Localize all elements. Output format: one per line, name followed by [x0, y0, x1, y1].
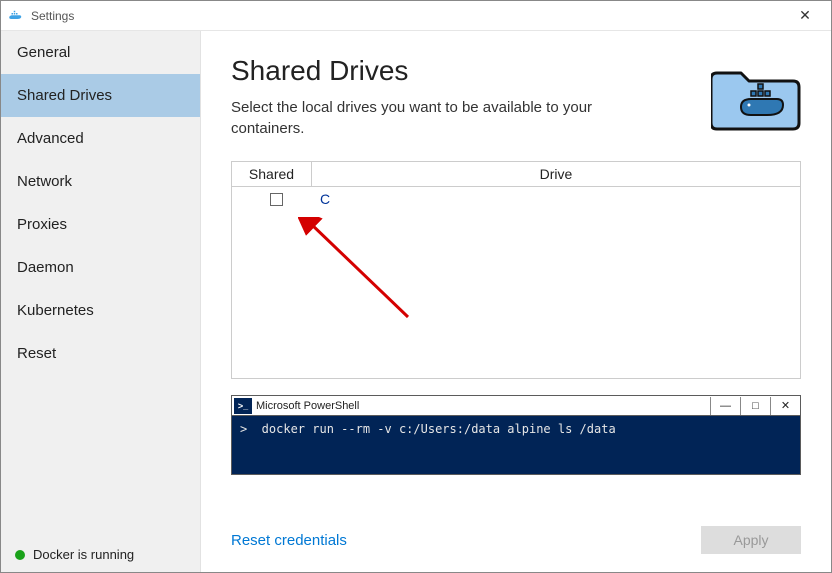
cell-drive[interactable]: C [312, 191, 792, 207]
header-row: Shared Drives Select the local drives yo… [231, 55, 801, 139]
status-text: Docker is running [33, 547, 134, 562]
sidebar-item-daemon[interactable]: Daemon [1, 246, 200, 289]
reset-credentials-link[interactable]: Reset credentials [231, 532, 347, 549]
page-title: Shared Drives [231, 55, 711, 87]
annotation-arrow-icon [298, 217, 418, 327]
apply-button[interactable]: Apply [701, 526, 801, 554]
window-body: General Shared Drives Advanced Network P… [1, 31, 831, 572]
table-row: C [232, 187, 800, 211]
whale-icon [7, 7, 25, 25]
sidebar-item-network[interactable]: Network [1, 160, 200, 203]
drives-table: Shared Drive C [231, 161, 801, 379]
sidebar: General Shared Drives Advanced Network P… [1, 31, 201, 572]
powershell-icon: >_ [234, 398, 252, 414]
close-button[interactable]: ✕ [785, 7, 825, 24]
col-header-shared: Shared [232, 162, 312, 186]
powershell-body: > docker run --rm -v c:/Users:/data alpi… [232, 416, 800, 474]
titlebar: Settings ✕ [1, 1, 831, 31]
col-header-drive: Drive [312, 162, 800, 186]
sidebar-item-proxies[interactable]: Proxies [1, 203, 200, 246]
folder-whale-icon [711, 55, 801, 133]
nav: General Shared Drives Advanced Network P… [1, 31, 200, 537]
window-title: Settings [31, 9, 74, 23]
ps-minimize-button[interactable]: — [710, 397, 740, 415]
cell-shared [240, 193, 312, 206]
table-body: C [232, 187, 800, 378]
status-dot-icon [15, 550, 25, 560]
table-header: Shared Drive [232, 162, 800, 187]
powershell-controls: — □ ✕ [710, 397, 800, 415]
sidebar-item-shared-drives[interactable]: Shared Drives [1, 74, 200, 117]
sidebar-item-advanced[interactable]: Advanced [1, 117, 200, 160]
main-panel: Shared Drives Select the local drives yo… [201, 31, 831, 572]
sidebar-item-general[interactable]: General [1, 31, 200, 74]
powershell-window: >_ Microsoft PowerShell — □ ✕ > docker r… [231, 395, 801, 475]
ps-maximize-button[interactable]: □ [740, 397, 770, 415]
sidebar-item-reset[interactable]: Reset [1, 332, 200, 375]
settings-window: Settings ✕ General Shared Drives Advance… [0, 0, 832, 573]
powershell-title: Microsoft PowerShell [256, 400, 710, 412]
status-bar: Docker is running [1, 537, 200, 572]
sidebar-item-kubernetes[interactable]: Kubernetes [1, 289, 200, 332]
header-text: Shared Drives Select the local drives yo… [231, 55, 711, 139]
drive-checkbox[interactable] [270, 193, 283, 206]
ps-close-button[interactable]: ✕ [770, 397, 800, 415]
powershell-titlebar: >_ Microsoft PowerShell — □ ✕ [232, 396, 800, 416]
footer: Reset credentials Apply [231, 510, 801, 554]
page-subtitle: Select the local drives you want to be a… [231, 97, 611, 139]
